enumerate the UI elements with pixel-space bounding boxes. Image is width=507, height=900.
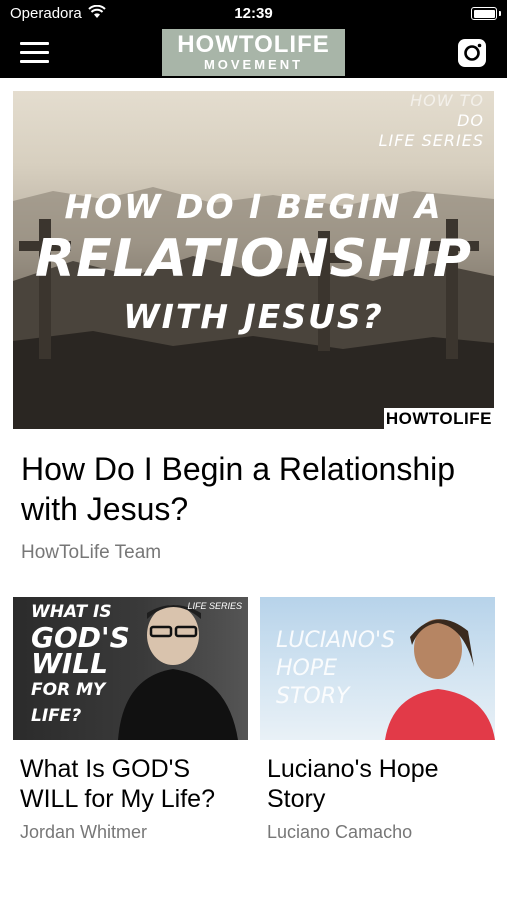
article-card-title[interactable]: What Is GOD'S WILL for My Life? (20, 754, 248, 814)
thumb-series-tag: LIFE SERIES (187, 601, 242, 611)
featured-article-image[interactable]: HOW TO DO LIFE SERIES HOW DO I BEGIN A R… (13, 91, 494, 429)
thumb-line: WILL (31, 647, 108, 680)
article-card-title[interactable]: Luciano's Hope Story (267, 754, 495, 814)
article-thumbnail: LUCIANO'S HOPE STORY (260, 597, 495, 740)
thumb-line: FOR MY (31, 680, 106, 700)
series-tag-line: LIFE SERIES (378, 131, 484, 150)
logo-wordmark: HOWTOLIFE (177, 31, 330, 58)
nav-bar: HOWTOLIFE MOVEMENT (0, 28, 507, 78)
thumb-line: LUCIANO'S (276, 628, 396, 653)
series-tag: HOW TO DO LIFE SERIES (379, 91, 484, 151)
status-bar: Operadora 12:39 (0, 0, 507, 28)
featured-article-author: HowToLife Team (21, 542, 162, 563)
thumb-headline: WHAT IS GOD'S WILL FOR MY LIFE? (31, 599, 130, 729)
instagram-icon[interactable] (457, 38, 487, 68)
hero-headline-line3: WITH JESUS? (123, 297, 384, 336)
battery-icon (471, 7, 497, 20)
battery-tip (499, 11, 501, 16)
thumb-line: HOPE (276, 656, 338, 681)
app-logo: HOWTOLIFE MOVEMENT (162, 29, 345, 76)
article-card[interactable]: LUCIANO'S HOPE STORY Luciano's Hope Stor… (260, 597, 495, 843)
article-card-author: Jordan Whitmer (20, 822, 148, 842)
article-thumbnail: LIFE SERIES WHAT IS GOD'S WILL FOR MY LI… (13, 597, 248, 740)
article-card[interactable]: LIFE SERIES WHAT IS GOD'S WILL FOR MY LI… (13, 597, 248, 843)
thumb-headline: LUCIANO'S HOPE STORY (276, 627, 395, 711)
thumb-line: STORY (276, 684, 350, 709)
series-tag-line: HOW TO (410, 91, 484, 110)
featured-article-title[interactable]: How Do I Begin a Relationship with Jesus… (21, 449, 491, 529)
menu-icon[interactable] (20, 42, 50, 64)
thumb-line: LIFE? (31, 706, 82, 726)
hero-headline-line2: RELATIONSHIP (35, 229, 472, 289)
clock: 12:39 (234, 5, 273, 22)
logo-subtitle: MOVEMENT (203, 57, 304, 72)
article-card-author: Luciano Camacho (267, 822, 413, 842)
series-tag-line: DO (457, 111, 484, 130)
hero-headline-line1: HOW DO I BEGIN A (64, 187, 443, 226)
hero-brand-label: HOWTOLIFE (383, 408, 494, 429)
